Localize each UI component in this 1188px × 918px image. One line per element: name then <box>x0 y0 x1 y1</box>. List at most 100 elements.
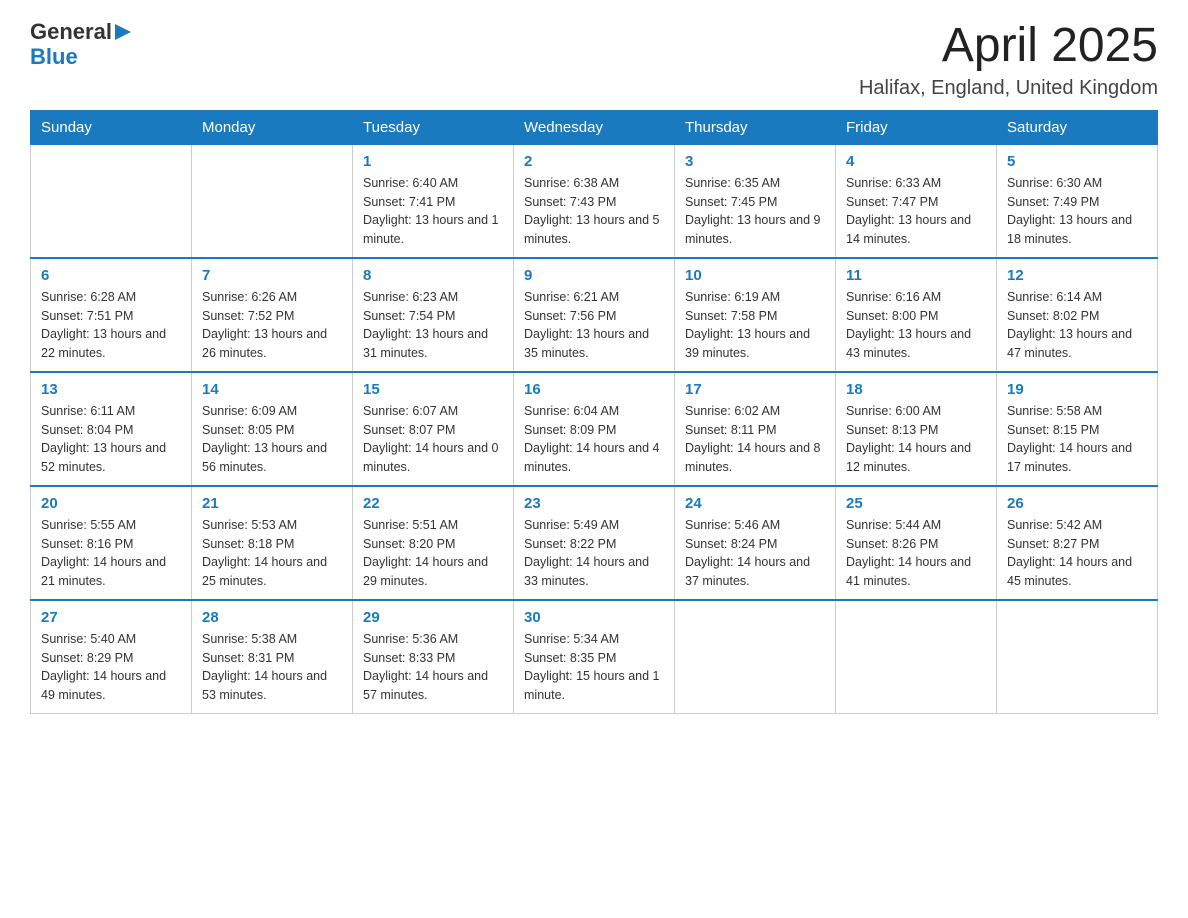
day-number: 8 <box>363 267 503 284</box>
calendar-day-cell: 7 Sunrise: 6:26 AMSunset: 7:52 PMDayligh… <box>192 258 353 372</box>
day-number: 21 <box>202 495 342 512</box>
calendar-day-cell: 18 Sunrise: 6:00 AMSunset: 8:13 PMDaylig… <box>836 372 997 486</box>
day-number: 26 <box>1007 495 1147 512</box>
calendar-day-header: Tuesday <box>353 110 514 144</box>
calendar-day-cell: 12 Sunrise: 6:14 AMSunset: 8:02 PMDaylig… <box>997 258 1158 372</box>
day-info: Sunrise: 5:36 AMSunset: 8:33 PMDaylight:… <box>363 630 503 705</box>
day-info: Sunrise: 5:38 AMSunset: 8:31 PMDaylight:… <box>202 630 342 705</box>
calendar-week-row: 1 Sunrise: 6:40 AMSunset: 7:41 PMDayligh… <box>31 144 1158 258</box>
day-number: 13 <box>41 381 181 398</box>
day-info: Sunrise: 6:14 AMSunset: 8:02 PMDaylight:… <box>1007 288 1147 363</box>
day-info: Sunrise: 5:58 AMSunset: 8:15 PMDaylight:… <box>1007 402 1147 477</box>
calendar-day-header: Friday <box>836 110 997 144</box>
logo-arrow-icon <box>115 24 131 40</box>
calendar-day-cell: 5 Sunrise: 6:30 AMSunset: 7:49 PMDayligh… <box>997 144 1158 258</box>
day-info: Sunrise: 6:11 AMSunset: 8:04 PMDaylight:… <box>41 402 181 477</box>
day-number: 3 <box>685 153 825 170</box>
day-info: Sunrise: 6:07 AMSunset: 8:07 PMDaylight:… <box>363 402 503 477</box>
calendar-day-cell: 15 Sunrise: 6:07 AMSunset: 8:07 PMDaylig… <box>353 372 514 486</box>
calendar-day-cell: 14 Sunrise: 6:09 AMSunset: 8:05 PMDaylig… <box>192 372 353 486</box>
day-number: 16 <box>524 381 664 398</box>
day-info: Sunrise: 5:53 AMSunset: 8:18 PMDaylight:… <box>202 516 342 591</box>
calendar-week-row: 20 Sunrise: 5:55 AMSunset: 8:16 PMDaylig… <box>31 486 1158 600</box>
month-title: April 2025 <box>859 20 1158 73</box>
calendar-table: SundayMondayTuesdayWednesdayThursdayFrid… <box>30 110 1158 714</box>
day-info: Sunrise: 6:21 AMSunset: 7:56 PMDaylight:… <box>524 288 664 363</box>
calendar-day-cell <box>192 144 353 258</box>
day-number: 4 <box>846 153 986 170</box>
day-info: Sunrise: 6:19 AMSunset: 7:58 PMDaylight:… <box>685 288 825 363</box>
day-number: 2 <box>524 153 664 170</box>
calendar-day-cell: 2 Sunrise: 6:38 AMSunset: 7:43 PMDayligh… <box>514 144 675 258</box>
day-info: Sunrise: 6:26 AMSunset: 7:52 PMDaylight:… <box>202 288 342 363</box>
calendar-day-cell: 4 Sunrise: 6:33 AMSunset: 7:47 PMDayligh… <box>836 144 997 258</box>
calendar-day-cell: 22 Sunrise: 5:51 AMSunset: 8:20 PMDaylig… <box>353 486 514 600</box>
day-number: 1 <box>363 153 503 170</box>
day-number: 20 <box>41 495 181 512</box>
day-number: 17 <box>685 381 825 398</box>
calendar-day-header: Monday <box>192 110 353 144</box>
day-number: 11 <box>846 267 986 284</box>
day-info: Sunrise: 5:55 AMSunset: 8:16 PMDaylight:… <box>41 516 181 591</box>
calendar-day-cell: 17 Sunrise: 6:02 AMSunset: 8:11 PMDaylig… <box>675 372 836 486</box>
logo: General Blue <box>30 20 131 69</box>
calendar-header-row: SundayMondayTuesdayWednesdayThursdayFrid… <box>31 110 1158 144</box>
day-info: Sunrise: 6:28 AMSunset: 7:51 PMDaylight:… <box>41 288 181 363</box>
calendar-day-cell: 28 Sunrise: 5:38 AMSunset: 8:31 PMDaylig… <box>192 600 353 714</box>
day-info: Sunrise: 6:33 AMSunset: 7:47 PMDaylight:… <box>846 174 986 249</box>
page-header: General Blue April 2025 Halifax, England… <box>30 20 1158 100</box>
calendar-day-cell: 13 Sunrise: 6:11 AMSunset: 8:04 PMDaylig… <box>31 372 192 486</box>
day-info: Sunrise: 6:16 AMSunset: 8:00 PMDaylight:… <box>846 288 986 363</box>
day-number: 27 <box>41 609 181 626</box>
day-number: 24 <box>685 495 825 512</box>
calendar-day-cell <box>997 600 1158 714</box>
calendar-day-cell: 29 Sunrise: 5:36 AMSunset: 8:33 PMDaylig… <box>353 600 514 714</box>
calendar-day-cell: 1 Sunrise: 6:40 AMSunset: 7:41 PMDayligh… <box>353 144 514 258</box>
calendar-week-row: 13 Sunrise: 6:11 AMSunset: 8:04 PMDaylig… <box>31 372 1158 486</box>
calendar-day-cell: 30 Sunrise: 5:34 AMSunset: 8:35 PMDaylig… <box>514 600 675 714</box>
day-info: Sunrise: 5:40 AMSunset: 8:29 PMDaylight:… <box>41 630 181 705</box>
calendar-day-cell <box>675 600 836 714</box>
day-number: 5 <box>1007 153 1147 170</box>
calendar-day-cell: 26 Sunrise: 5:42 AMSunset: 8:27 PMDaylig… <box>997 486 1158 600</box>
title-area: April 2025 Halifax, England, United King… <box>859 20 1158 100</box>
day-info: Sunrise: 5:46 AMSunset: 8:24 PMDaylight:… <box>685 516 825 591</box>
day-info: Sunrise: 6:38 AMSunset: 7:43 PMDaylight:… <box>524 174 664 249</box>
logo-container: General Blue <box>30 20 131 69</box>
day-number: 30 <box>524 609 664 626</box>
calendar-day-header: Saturday <box>997 110 1158 144</box>
location-subtitle: Halifax, England, United Kingdom <box>859 77 1158 100</box>
logo-blue: Blue <box>30 45 131 69</box>
calendar-day-header: Thursday <box>675 110 836 144</box>
calendar-day-header: Wednesday <box>514 110 675 144</box>
day-number: 15 <box>363 381 503 398</box>
day-info: Sunrise: 5:51 AMSunset: 8:20 PMDaylight:… <box>363 516 503 591</box>
day-number: 7 <box>202 267 342 284</box>
calendar-day-cell: 25 Sunrise: 5:44 AMSunset: 8:26 PMDaylig… <box>836 486 997 600</box>
day-number: 25 <box>846 495 986 512</box>
day-number: 28 <box>202 609 342 626</box>
day-info: Sunrise: 6:23 AMSunset: 7:54 PMDaylight:… <box>363 288 503 363</box>
calendar-day-cell: 6 Sunrise: 6:28 AMSunset: 7:51 PMDayligh… <box>31 258 192 372</box>
day-info: Sunrise: 6:00 AMSunset: 8:13 PMDaylight:… <box>846 402 986 477</box>
day-info: Sunrise: 6:30 AMSunset: 7:49 PMDaylight:… <box>1007 174 1147 249</box>
calendar-day-cell <box>836 600 997 714</box>
calendar-day-cell: 23 Sunrise: 5:49 AMSunset: 8:22 PMDaylig… <box>514 486 675 600</box>
day-number: 22 <box>363 495 503 512</box>
day-number: 9 <box>524 267 664 284</box>
day-info: Sunrise: 6:02 AMSunset: 8:11 PMDaylight:… <box>685 402 825 477</box>
calendar-day-cell: 27 Sunrise: 5:40 AMSunset: 8:29 PMDaylig… <box>31 600 192 714</box>
calendar-day-cell: 10 Sunrise: 6:19 AMSunset: 7:58 PMDaylig… <box>675 258 836 372</box>
day-info: Sunrise: 6:04 AMSunset: 8:09 PMDaylight:… <box>524 402 664 477</box>
day-info: Sunrise: 6:35 AMSunset: 7:45 PMDaylight:… <box>685 174 825 249</box>
day-number: 19 <box>1007 381 1147 398</box>
day-number: 6 <box>41 267 181 284</box>
day-number: 12 <box>1007 267 1147 284</box>
calendar-day-header: Sunday <box>31 110 192 144</box>
calendar-day-cell: 21 Sunrise: 5:53 AMSunset: 8:18 PMDaylig… <box>192 486 353 600</box>
calendar-day-cell <box>31 144 192 258</box>
calendar-day-cell: 20 Sunrise: 5:55 AMSunset: 8:16 PMDaylig… <box>31 486 192 600</box>
day-number: 23 <box>524 495 664 512</box>
calendar-week-row: 6 Sunrise: 6:28 AMSunset: 7:51 PMDayligh… <box>31 258 1158 372</box>
logo-general: General <box>30 20 112 44</box>
